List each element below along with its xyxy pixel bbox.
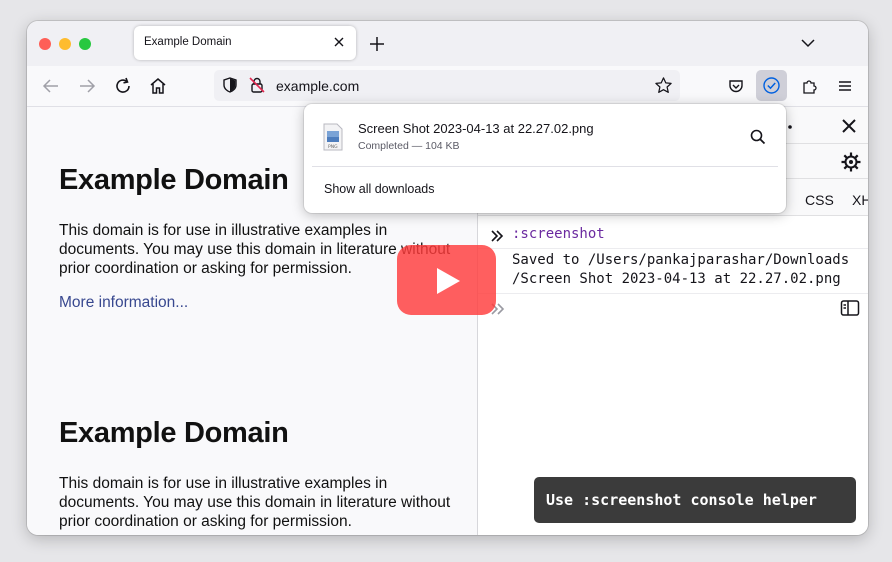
chevrons-right-icon: [491, 230, 504, 242]
extensions-icon[interactable]: [801, 77, 819, 95]
download-status: Completed — 104 KB: [358, 140, 460, 152]
lock-icon[interactable]: [248, 76, 266, 94]
page-paragraph: This domain is for use in illustrative e…: [59, 475, 451, 530]
console-command: :screenshot: [512, 226, 605, 242]
filter-xhr[interactable]: XH: [852, 192, 868, 208]
console-input[interactable]: [478, 294, 868, 324]
reload-icon[interactable]: [111, 74, 135, 98]
svg-text:PNG: PNG: [328, 144, 338, 150]
close-icon[interactable]: [330, 33, 348, 51]
divider: [312, 166, 778, 167]
tab-strip: Example Domain: [27, 21, 868, 66]
forward-icon[interactable]: [75, 74, 99, 98]
close-window-button[interactable]: [39, 38, 51, 50]
downloads-button[interactable]: [756, 70, 787, 101]
console-output-line: Saved to /Users/pankajparashar/Downloads: [512, 252, 850, 268]
star-icon[interactable]: [654, 76, 673, 95]
chevron-down-icon[interactable]: [799, 36, 817, 50]
console-output-row: Saved to /Users/pankajparashar/Downloads…: [478, 249, 868, 294]
show-all-downloads-button[interactable]: Show all downloads: [324, 182, 435, 196]
filter-css[interactable]: CSS: [805, 192, 834, 208]
tab-example-domain[interactable]: Example Domain: [134, 26, 356, 60]
console-command-row: :screenshot: [478, 224, 868, 249]
file-icon: PNG: [323, 123, 343, 151]
caption-overlay: Use :screenshot console helper: [534, 477, 856, 523]
gear-icon[interactable]: [840, 151, 862, 173]
home-icon[interactable]: [146, 74, 170, 98]
play-icon: [437, 268, 460, 294]
sidebar-icon[interactable]: [840, 299, 860, 317]
caption-text: Use :screenshot console helper: [546, 491, 817, 509]
download-icon: [763, 77, 780, 94]
downloads-panel: PNG Screen Shot 2023-04-13 at 22.27.02.p…: [304, 104, 786, 213]
plus-icon[interactable]: [367, 34, 387, 54]
download-file-name[interactable]: Screen Shot 2023-04-13 at 22.27.02.png: [358, 121, 594, 136]
navigation-toolbar: example.com: [27, 66, 868, 107]
more-information-link[interactable]: More information...: [59, 294, 188, 312]
page-heading: Example Domain: [59, 164, 289, 196]
close-icon[interactable]: [840, 117, 858, 135]
tab-title: Example Domain: [144, 36, 232, 48]
shield-icon[interactable]: [221, 76, 239, 94]
menu-icon[interactable]: [836, 77, 854, 95]
back-icon[interactable]: [39, 74, 63, 98]
pocket-icon[interactable]: [727, 77, 745, 95]
search-icon[interactable]: [748, 127, 768, 147]
console-output-line: /Screen Shot 2023-04-13 at 22.27.02.png: [512, 271, 841, 287]
page-heading: Example Domain: [59, 417, 289, 449]
minimize-window-button[interactable]: [59, 38, 71, 50]
play-button[interactable]: [397, 245, 496, 315]
url-bar[interactable]: example.com: [214, 70, 680, 101]
url-text: example.com: [276, 78, 360, 94]
zoom-window-button[interactable]: [79, 38, 91, 50]
